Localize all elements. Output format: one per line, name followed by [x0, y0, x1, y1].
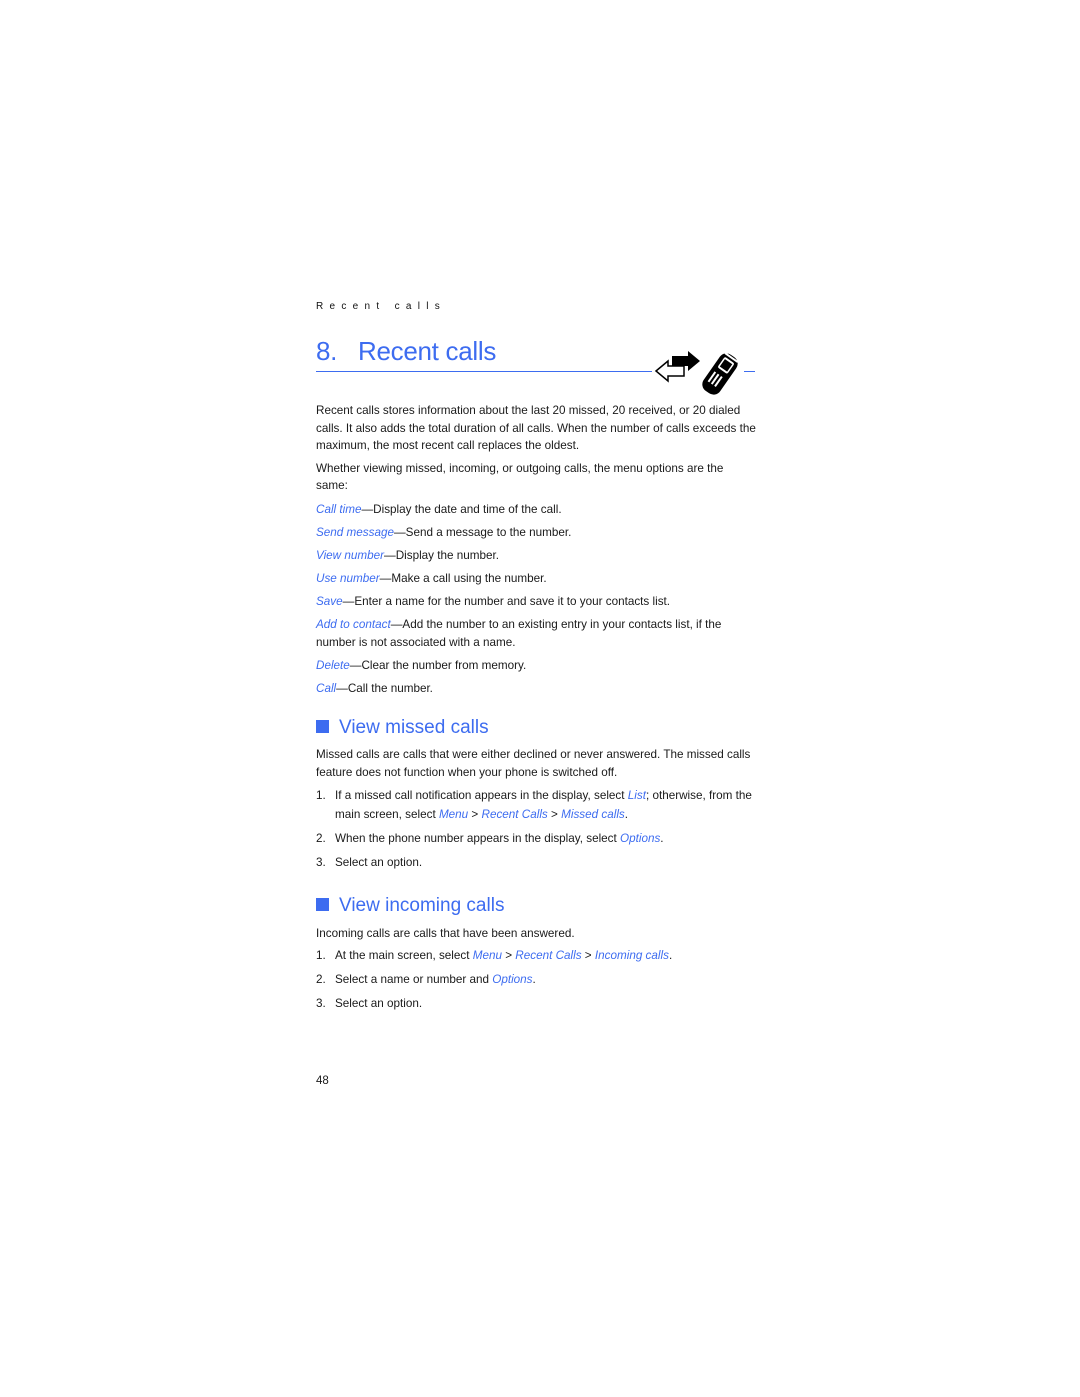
chapter-title-text: Recent calls: [358, 336, 497, 366]
option-item: Save—Enter a name for the number and sav…: [316, 593, 756, 611]
section-paragraph: Missed calls are calls that were either …: [316, 748, 751, 779]
step-text-part: >: [581, 949, 595, 962]
option-desc: —Make a call using the number.: [379, 572, 547, 585]
step-number: 1.: [316, 949, 326, 962]
step-text: If a missed call notification appears in…: [335, 786, 756, 824]
step-text-part: .: [668, 949, 673, 962]
options-link[interactable]: Options: [492, 973, 532, 986]
step-text-part: .: [532, 973, 536, 986]
step-number: 1.: [316, 789, 326, 802]
intro-paragraph: Whether viewing missed, incoming, or out…: [316, 461, 724, 493]
option-term[interactable]: Delete: [316, 659, 350, 672]
step-text-part: If a missed call notification appears in…: [335, 789, 628, 802]
step-item: 2. Select a name or number and Options.: [316, 970, 756, 989]
menu-link[interactable]: Menu: [473, 949, 502, 962]
section-heading-incoming: View incoming calls: [316, 895, 504, 917]
option-item: Call—Call the number.: [316, 680, 756, 698]
step-text-part: When the phone number appears in the dis…: [335, 832, 621, 845]
step-number: 3.: [316, 856, 326, 869]
incoming-body: Incoming calls are calls that have been …: [316, 925, 756, 943]
square-bullet-icon: [316, 720, 329, 733]
incoming-steps: 1. At the main screen, select Menu > Rec…: [316, 946, 756, 1018]
step-item: 2. When the phone number appears in the …: [316, 829, 756, 848]
step-text: Select a name or number and Options.: [335, 970, 536, 989]
option-item: View number—Display the number.: [316, 547, 756, 565]
recent-calls-link[interactable]: Recent Calls: [515, 949, 581, 962]
step-item: 3. Select an option.: [316, 994, 756, 1013]
page-number: 48: [316, 1075, 329, 1087]
option-desc: —Enter a name for the number and save it…: [342, 595, 671, 608]
running-header: Recent calls: [316, 301, 447, 312]
step-text-part: Select a name or number and: [335, 973, 493, 986]
step-text: When the phone number appears in the dis…: [335, 829, 664, 848]
option-desc: —Display the number.: [384, 549, 499, 562]
title-rule: [316, 371, 652, 372]
chapter-number: 8.: [316, 336, 338, 366]
step-item: 1. If a missed call notification appears…: [316, 786, 756, 824]
softkey-list[interactable]: List: [628, 789, 646, 802]
intro-paragraph: Recent calls stores information about th…: [316, 404, 756, 452]
section-heading-missed: View missed calls: [316, 717, 489, 739]
intro: Recent calls stores information about th…: [316, 402, 756, 495]
recent-calls-link[interactable]: Recent Calls: [482, 808, 548, 821]
step-text-part: >: [468, 808, 482, 821]
step-text-part: >: [547, 808, 562, 821]
option-desc: —Send a message to the number.: [393, 526, 572, 539]
step-text: Select an option.: [335, 856, 423, 869]
option-desc: —Clear the number from memory.: [349, 658, 527, 672]
option-term[interactable]: Add to contact: [316, 618, 391, 631]
square-bullet-icon: [316, 898, 329, 911]
option-term[interactable]: View number: [316, 549, 384, 562]
step-text-part: .: [624, 808, 629, 821]
option-term[interactable]: Save: [316, 595, 343, 608]
options-link[interactable]: Options: [620, 832, 660, 845]
step-text: At the main screen, select Menu > Recent…: [335, 946, 672, 965]
step-text-part: >: [501, 949, 516, 962]
option-item: Send message—Send a message to the numbe…: [316, 524, 756, 542]
option-term[interactable]: Use number: [316, 572, 380, 585]
option-item: Use number—Make a call using the number.: [316, 570, 756, 588]
option-desc: —Display the date and time of the call.: [361, 503, 562, 516]
option-term[interactable]: Call time: [316, 503, 361, 516]
missed-calls-link[interactable]: Missed calls: [561, 808, 625, 821]
step-number: 2.: [316, 832, 326, 845]
incoming-calls-link[interactable]: Incoming calls: [595, 949, 669, 962]
menu-options-list: Call time—Display the date and time of t…: [316, 501, 756, 697]
step-item: 1. At the main screen, select Menu > Rec…: [316, 946, 756, 965]
option-desc: —Call the number.: [336, 681, 433, 695]
option-term[interactable]: Send message: [316, 526, 394, 539]
chapter-title: 8. Recent calls: [316, 336, 496, 367]
arrows-and-phone-icon: [654, 351, 739, 395]
step-text: Select an option.: [335, 997, 423, 1010]
section-paragraph: Incoming calls are calls that have been …: [316, 927, 575, 940]
step-text-part: .: [660, 832, 664, 845]
step-number: 3.: [316, 997, 326, 1010]
section-heading-text: View incoming calls: [339, 895, 505, 916]
option-item: Call time—Display the date and time of t…: [316, 501, 756, 519]
step-item: 3. Select an option.: [316, 853, 756, 872]
option-item: Delete—Clear the number from memory.: [316, 657, 756, 675]
step-text-part: At the main screen, select: [335, 949, 473, 962]
section-heading-text: View missed calls: [339, 717, 489, 738]
option-item: Add to contact—Add the number to an exis…: [316, 616, 756, 651]
step-number: 2.: [316, 973, 326, 986]
title-rule-tail: [744, 371, 755, 372]
missed-body: Missed calls are calls that were either …: [316, 746, 756, 781]
option-term[interactable]: Call: [316, 682, 336, 695]
missed-steps: 1. If a missed call notification appears…: [316, 786, 756, 877]
menu-link[interactable]: Menu: [439, 808, 468, 821]
